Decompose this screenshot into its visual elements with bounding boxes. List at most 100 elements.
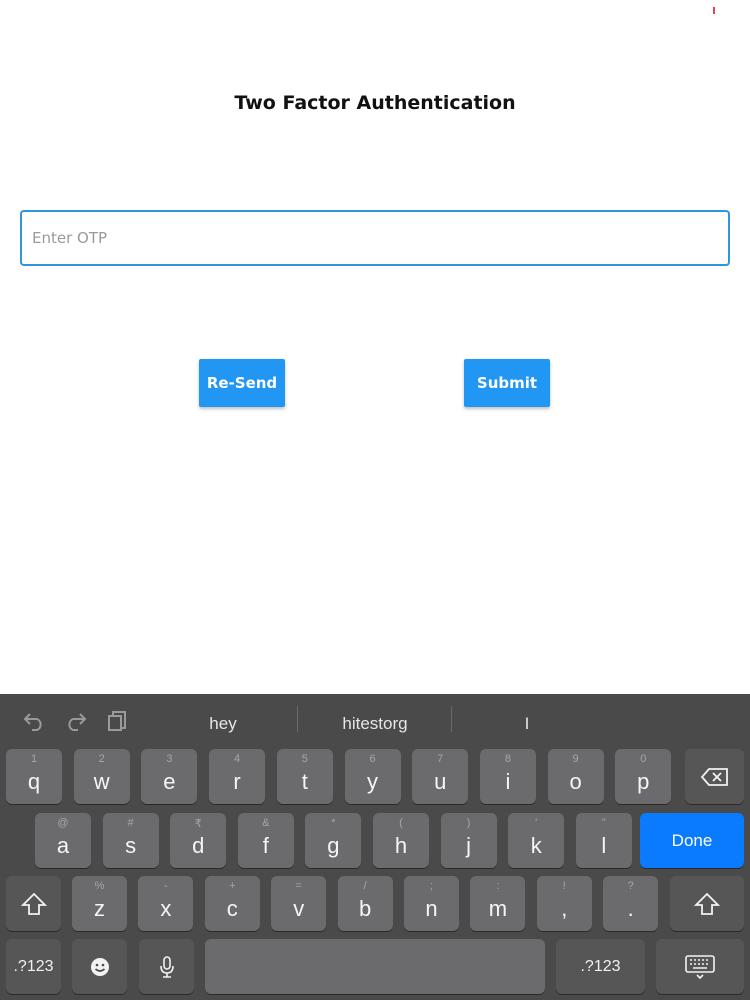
key-p[interactable]: 0p [615, 749, 672, 804]
key-hint: 9 [572, 753, 579, 765]
key-s[interactable]: # s [102, 813, 159, 868]
key-label: y [367, 769, 378, 794]
key-c[interactable]: + c [204, 876, 260, 931]
shift-key-left[interactable] [6, 876, 61, 931]
key-,[interactable]: !, [536, 876, 592, 931]
numbers-key-left[interactable]: .?123 [6, 939, 61, 994]
key-label: k [530, 833, 542, 858]
redo-icon[interactable] [64, 709, 88, 731]
key-z[interactable]: % z [72, 876, 127, 931]
key-a[interactable]: @ a [35, 813, 91, 868]
key-hint: @ [57, 817, 69, 829]
key-label: p [637, 769, 650, 794]
key-label: m [488, 896, 508, 921]
key-hint: = [295, 880, 302, 892]
key-x[interactable]: -x [138, 876, 194, 931]
key-hint: & [262, 817, 270, 829]
suggestion-1[interactable]: hey [150, 714, 296, 734]
key-label: r [233, 769, 241, 794]
key-hint: ? [627, 880, 634, 892]
key-hint: ( [399, 817, 403, 829]
key-label: c [226, 896, 238, 921]
emoji-icon [72, 939, 127, 994]
emoji-key[interactable] [72, 939, 127, 994]
key-k[interactable]: ' k [508, 813, 565, 868]
submit-button[interactable]: Submit [464, 359, 550, 407]
key-hint: 6 [369, 753, 376, 765]
key-.[interactable]: ?. [603, 876, 659, 931]
paste-icon[interactable] [106, 709, 130, 731]
key-q[interactable]: 1q [6, 749, 62, 804]
key-hint: % [94, 880, 105, 892]
key-hint: # [127, 817, 134, 829]
key-i[interactable]: 8i [479, 749, 536, 804]
done-key[interactable]: Done [640, 813, 744, 868]
key-t[interactable]: 5t [276, 749, 333, 804]
numbers-key-right[interactable]: .?123 [556, 939, 645, 994]
key-label: u [434, 769, 447, 794]
on-screen-keyboard: hey hitestorg I Done .?123 .?123 1 q 2 w… [0, 694, 750, 1000]
key-label: h [394, 833, 408, 858]
key-label: , [561, 896, 568, 921]
key-y[interactable]: 6y [344, 749, 401, 804]
key-hint: 4 [234, 753, 241, 765]
shift-icon [670, 876, 744, 931]
hide-keyboard-key[interactable] [656, 939, 744, 994]
page-title: Two Factor Authentication [234, 92, 516, 114]
key-g[interactable]: * g [305, 813, 362, 868]
suggestion-2[interactable]: hitestorg [300, 714, 450, 734]
key-hint: 7 [437, 753, 444, 765]
undo-icon[interactable] [22, 709, 46, 731]
key-l[interactable]: " l [575, 813, 632, 868]
key-hint: ₹ [194, 818, 202, 830]
key-label: s [125, 833, 137, 858]
key-label: l [601, 833, 607, 858]
key-label: d [192, 833, 205, 858]
otp-input[interactable] [20, 210, 730, 266]
dictation-key[interactable] [139, 939, 194, 994]
keyboard-hide-icon [656, 939, 744, 994]
key-hint: * [331, 817, 336, 829]
key-h[interactable]: (h [373, 813, 429, 868]
key-j[interactable]: ) j [440, 813, 497, 868]
key-hint: : [496, 880, 500, 892]
key-label: j [466, 833, 472, 858]
backspace-key[interactable] [685, 749, 744, 804]
key-o[interactable]: 9o [547, 749, 604, 804]
key-w[interactable]: 2w [73, 749, 130, 804]
key-label: . [627, 896, 634, 921]
key-label: b [358, 896, 372, 921]
key-m[interactable]: :m [470, 876, 526, 931]
key-hint: 1 [30, 753, 38, 765]
suggestion-divider [297, 706, 298, 732]
key-n[interactable]: ; n [404, 876, 459, 931]
suggestion-3[interactable]: I [454, 714, 600, 734]
key-r[interactable]: 4r [209, 749, 266, 804]
key-label: g [327, 833, 340, 858]
key-label: a [56, 833, 70, 858]
key-label: e [163, 769, 176, 794]
key-hint: 2 [98, 753, 105, 765]
key-e[interactable]: 3e [141, 749, 198, 804]
key-hint: - [164, 880, 168, 892]
key-v[interactable]: = v [271, 876, 327, 931]
shift-icon [6, 876, 61, 931]
key-b[interactable]: / b [337, 876, 393, 931]
key-f[interactable]: & f [237, 813, 294, 868]
key-hint: 8 [504, 753, 511, 765]
key-hint: / [363, 880, 367, 892]
shift-key-right[interactable] [670, 876, 744, 931]
backspace-icon [685, 749, 744, 804]
key-hint: " [601, 817, 606, 829]
suggestion-bar: hey hitestorg I [0, 694, 750, 750]
key-label: v [293, 896, 305, 921]
key-u[interactable]: 7u [412, 749, 469, 804]
key-hint: ' [535, 817, 538, 829]
resend-button[interactable]: Re-Send [199, 359, 285, 407]
key-d[interactable]: ₹ d [170, 813, 227, 868]
status-indicator [713, 7, 715, 14]
space-key[interactable] [205, 939, 545, 994]
key-label: f [262, 833, 269, 858]
key-label: q [27, 769, 41, 794]
key-hint: 3 [166, 753, 173, 765]
